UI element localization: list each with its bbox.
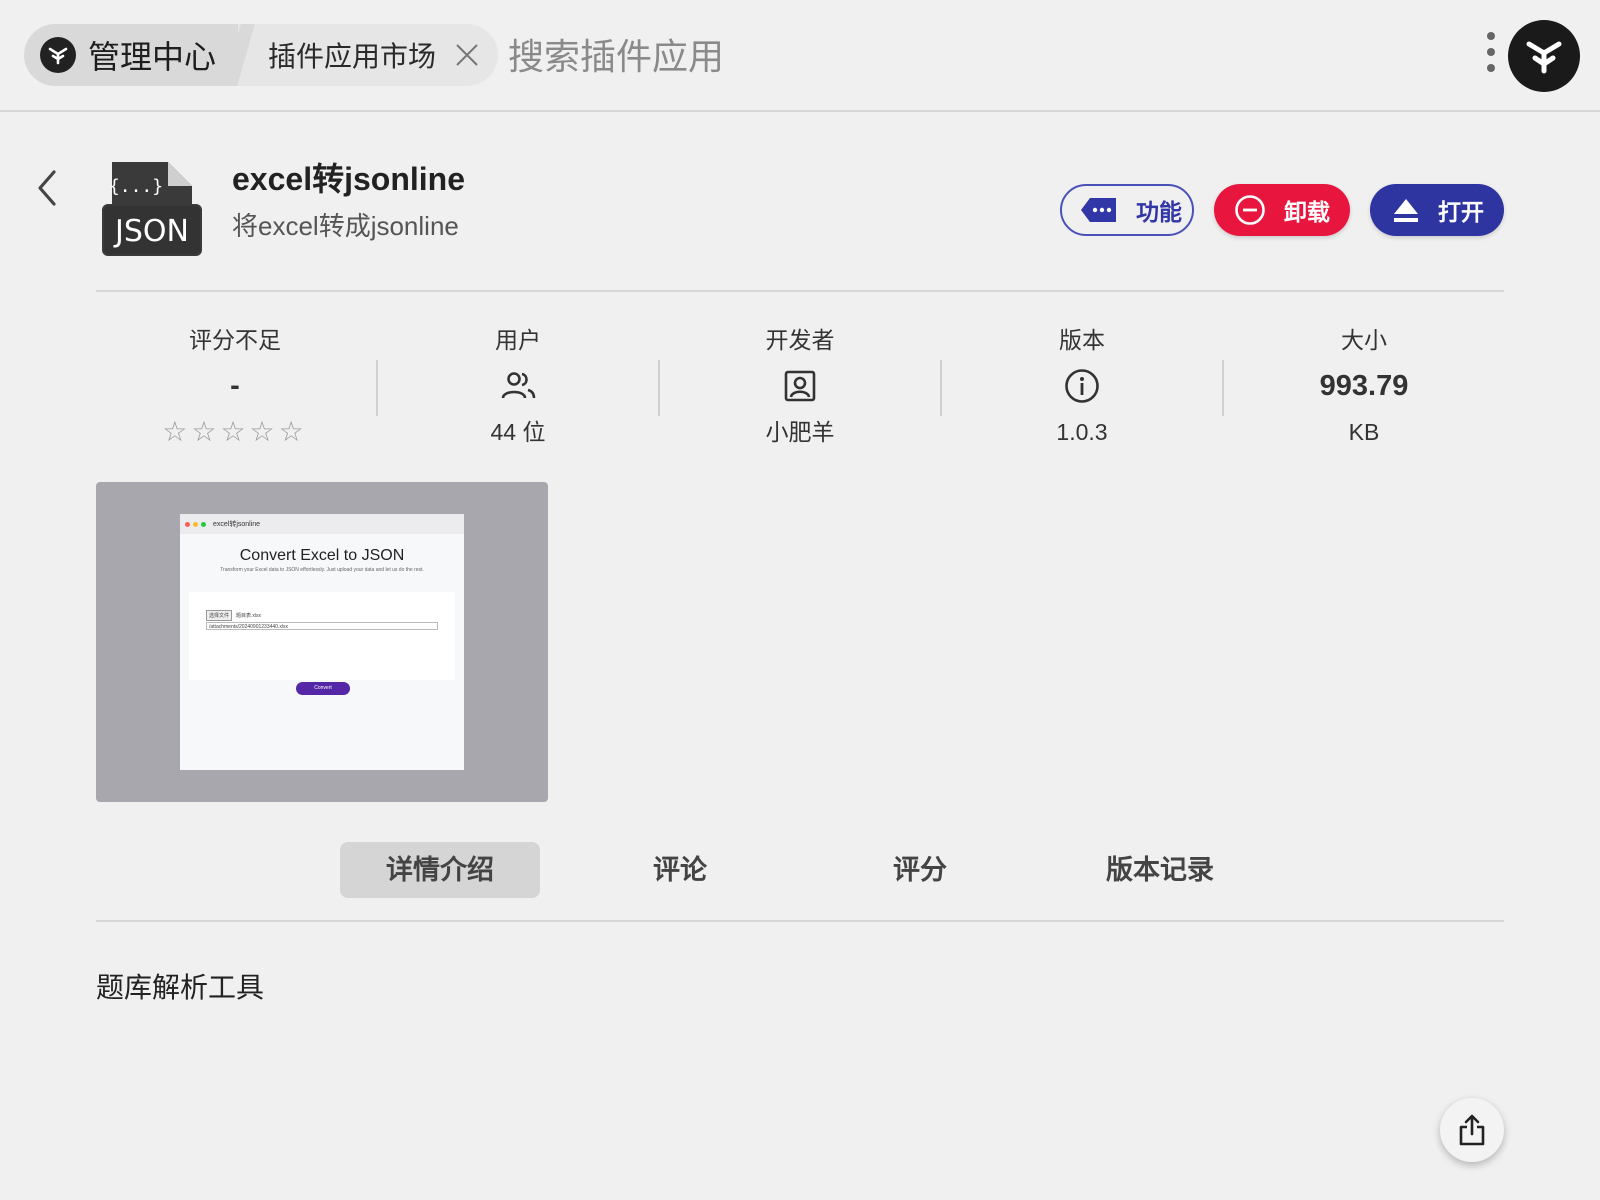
- screenshot-subheading: Transform your Excel data to JSON effort…: [220, 567, 424, 573]
- tab-ratings[interactable]: 评分: [820, 842, 1020, 898]
- screenshot-chosen-file: 题目表.xlsx: [236, 613, 262, 619]
- minus-circle-icon: [1235, 195, 1265, 225]
- share-icon: [1459, 1114, 1485, 1146]
- open-button[interactable]: 打开: [1370, 184, 1504, 236]
- detail-text: 题库解析工具: [96, 972, 265, 1003]
- user-avatar[interactable]: [1508, 20, 1580, 92]
- screenshot-convert-button: Convert: [296, 682, 350, 695]
- breadcrumb-current-label: 插件应用市场: [268, 41, 437, 72]
- rating-stars-icon: ☆☆☆☆☆: [162, 416, 308, 447]
- screenshot-card: 选择文件 题目表.xlsx /attachments/2024090123344…: [189, 592, 455, 680]
- tab-version-history[interactable]: 版本记录: [1060, 842, 1260, 898]
- breadcrumb-current-tab[interactable]: 插件应用市场: [252, 24, 499, 86]
- uninstall-button[interactable]: 卸载: [1214, 184, 1350, 236]
- app-icon-label: JSON: [113, 214, 189, 249]
- stat-users-value: 44 位: [490, 419, 546, 445]
- screenshot-heading: Convert Excel to JSON: [239, 547, 405, 564]
- breadcrumb-home-label: 管理中心: [88, 39, 217, 75]
- tab-details[interactable]: 详情介绍: [340, 842, 540, 898]
- screenshot-choose-button: 选择文件: [206, 610, 233, 621]
- share-button[interactable]: [1440, 1098, 1504, 1162]
- tabs-divider: [96, 920, 1504, 922]
- stat-rating-title: 评分不足: [189, 327, 281, 353]
- breadcrumb-home[interactable]: 管理中心: [24, 24, 239, 86]
- stat-size-title: 大小: [1341, 327, 1387, 353]
- breadcrumb: 管理中心 插件应用市场: [24, 24, 499, 86]
- brand-logo-icon: [1526, 41, 1562, 74]
- stat-size: 大小 993.79 KB: [1223, 322, 1505, 450]
- open-button-label: 打开: [1438, 199, 1484, 225]
- app-name: excel转jsonline: [232, 161, 465, 197]
- top-bar: 管理中心 插件应用市场: [0, 0, 1600, 112]
- screenshot-path-input: /attachments/20240901233440.xlsx: [206, 622, 438, 630]
- screenshot-window-title: excel转jsonline: [213, 521, 261, 528]
- search-input[interactable]: [506, 30, 1210, 84]
- stat-developer: 开发者 小肥羊: [659, 322, 941, 450]
- stat-size-value: 993.79: [1319, 369, 1409, 402]
- stat-rating-value: -: [230, 369, 240, 402]
- stat-developer-value: 小肥羊: [765, 419, 835, 445]
- tag-icon: [1081, 198, 1116, 222]
- screenshot-titlebar: excel转jsonline: [180, 514, 464, 534]
- app-screenshot[interactable]: excel转jsonline Convert Excel to JSON Tra…: [96, 482, 548, 802]
- app-icon: {...} JSON: [100, 156, 204, 260]
- eject-icon: [1394, 199, 1418, 222]
- stat-version: 版本 1.0.3: [941, 322, 1223, 450]
- tab-comments[interactable]: 评论: [580, 842, 780, 898]
- info-icon: [1065, 369, 1099, 403]
- uninstall-button-label: 卸载: [1284, 199, 1330, 225]
- features-button[interactable]: 功能: [1060, 184, 1194, 236]
- stat-developer-title: 开发者: [765, 327, 835, 353]
- breadcrumb-separator: [238, 24, 253, 86]
- more-menu-icon[interactable]: [1484, 32, 1498, 78]
- screenshot-window: excel转jsonline Convert Excel to JSON Tra…: [180, 514, 464, 770]
- close-icon[interactable]: [454, 42, 480, 68]
- stat-version-value: 1.0.3: [1056, 419, 1108, 445]
- stat-version-title: 版本: [1059, 327, 1105, 353]
- stat-size-unit: KB: [1348, 419, 1380, 445]
- back-icon[interactable]: [32, 168, 62, 208]
- stat-rating: 评分不足 - ☆☆☆☆☆: [94, 322, 376, 450]
- app-logo-icon: [40, 37, 76, 73]
- stat-users-title: 用户: [495, 327, 541, 353]
- person-card-icon: [784, 370, 816, 402]
- header-divider: [96, 290, 1504, 292]
- app-icon-braces: {...}: [109, 176, 163, 197]
- users-icon: [501, 372, 536, 399]
- features-button-label: 功能: [1136, 199, 1182, 225]
- app-description: 将excel转成jsonline: [232, 211, 459, 241]
- stat-users: 用户 44 位: [377, 322, 659, 450]
